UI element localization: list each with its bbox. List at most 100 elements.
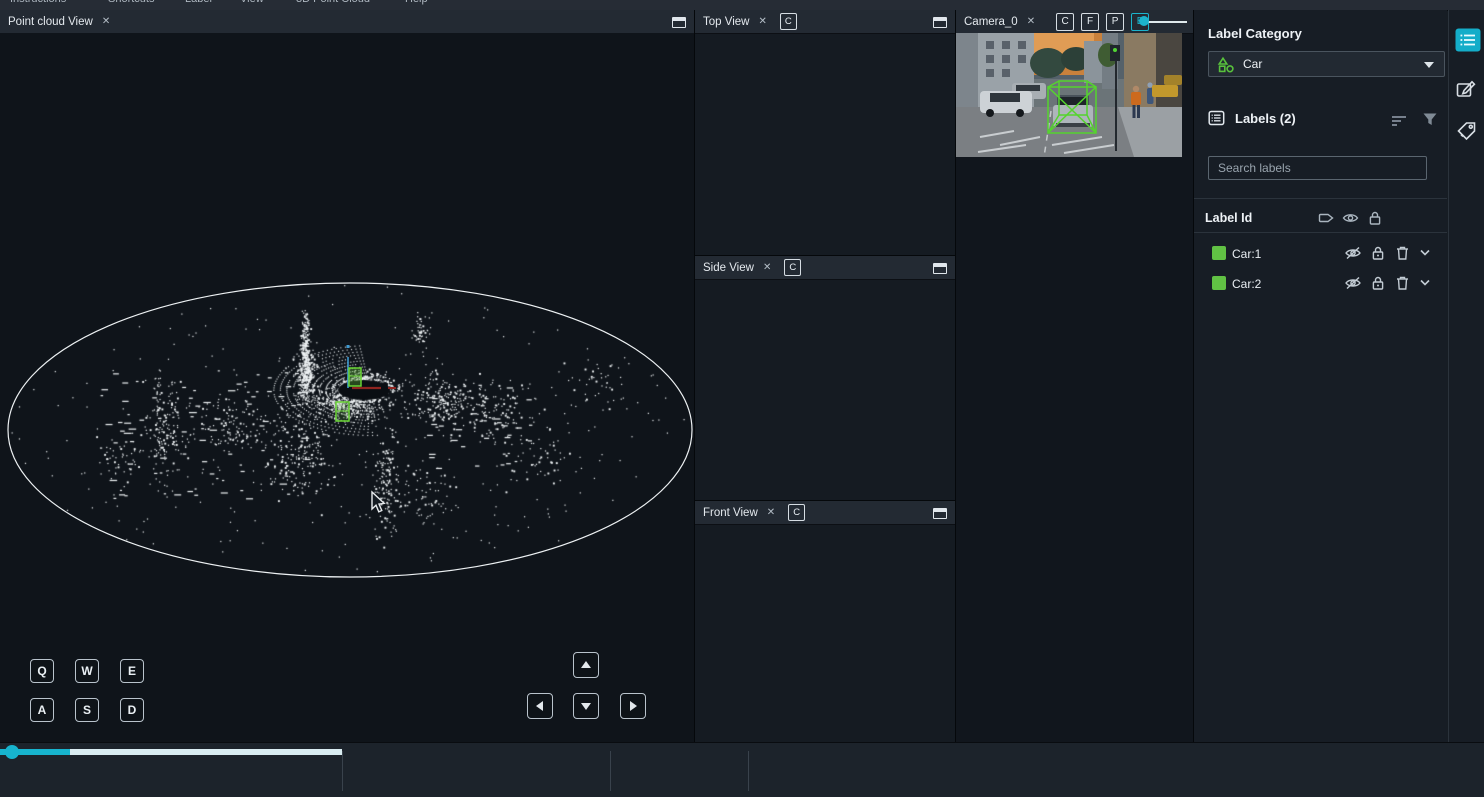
toolbar-divider (748, 751, 749, 791)
lock-column-icon[interactable] (1367, 210, 1383, 226)
arrow-down-icon (580, 701, 592, 711)
close-icon[interactable]: ✕ (763, 262, 771, 273)
seek-bar[interactable] (70, 749, 342, 755)
slider-knob[interactable] (1139, 16, 1149, 26)
panel-title: Top View (703, 16, 749, 28)
sort-icon[interactable] (1391, 113, 1409, 127)
label-id: Car:2 (1232, 277, 1261, 291)
bottom-toolbar: /10 (0, 742, 1484, 797)
front-view-header: Front View ✕ C (695, 501, 955, 525)
label-id: Car:1 (1232, 247, 1261, 261)
maximize-icon[interactable] (672, 17, 686, 28)
arrow-up-icon (580, 660, 592, 670)
labels-section-header: Labels (2) (1208, 110, 1433, 126)
point-cloud-panel-header: Point cloud View ✕ (0, 10, 694, 34)
menu-item-instructions[interactable]: Instructions (10, 0, 66, 5)
maximize-icon[interactable] (933, 508, 947, 519)
menu-item-shortcuts[interactable]: Shortcuts (108, 0, 154, 5)
panel-divider (694, 10, 695, 742)
toolbar-divider (342, 751, 343, 791)
front-view-viewport[interactable] (695, 525, 955, 743)
divider (1194, 198, 1447, 199)
camera-image[interactable] (956, 33, 1182, 157)
camera-f-button[interactable]: F (1081, 13, 1099, 31)
close-icon[interactable]: ✕ (1027, 16, 1035, 27)
side-view-header: Side View ✕ C (695, 256, 955, 280)
camera-toggle-button[interactable]: C (780, 13, 797, 30)
menu-item-3d-point-cloud[interactable]: 3D Point Cloud (296, 0, 370, 5)
key-button-d[interactable]: D (120, 698, 144, 722)
camera-c-button[interactable]: C (1056, 13, 1074, 31)
lock-icon[interactable] (1370, 245, 1386, 261)
label-category-heading: Label Category (1208, 26, 1302, 41)
maximize-icon[interactable] (933, 17, 947, 28)
eye-column-icon[interactable] (1342, 210, 1359, 226)
tag-panel-icon[interactable] (1455, 120, 1480, 144)
point-cloud-canvas[interactable] (0, 33, 694, 742)
front-view-panel: Front View ✕ C (695, 500, 955, 743)
labels-panel-icon[interactable] (1455, 28, 1481, 52)
toolbar-divider (610, 751, 611, 791)
side-view-panel: Side View ✕ C (695, 255, 955, 501)
tag-column-icon[interactable] (1318, 210, 1335, 226)
label-id-column-header: Label Id (1205, 211, 1252, 225)
top-view-viewport[interactable] (695, 34, 955, 255)
chevron-down-icon[interactable] (1418, 248, 1432, 258)
eye-off-icon[interactable] (1344, 245, 1362, 261)
camera-brightness-slider[interactable] (1141, 20, 1187, 24)
category-shapes-icon (1217, 56, 1235, 73)
filter-icon[interactable] (1422, 111, 1438, 127)
label-row-car-2[interactable]: Car:2 (1194, 268, 1447, 298)
panel-title: Camera_0 (964, 16, 1018, 28)
right-tool-strip (1448, 10, 1484, 742)
close-icon[interactable]: ✕ (767, 507, 775, 518)
menu-item-view[interactable]: View (240, 0, 264, 5)
label-row-car-1[interactable]: Car:1 (1194, 238, 1447, 268)
lock-icon[interactable] (1370, 275, 1386, 291)
menu-item-help[interactable]: Help (405, 0, 428, 5)
point-cloud-viewport[interactable]: Q W E A S D (0, 33, 694, 742)
camera-toggle-button[interactable]: C (788, 504, 805, 521)
side-view-viewport[interactable] (695, 280, 955, 501)
chevron-down-icon[interactable] (1418, 278, 1432, 288)
key-button-w[interactable]: W (75, 659, 99, 683)
pan-right-button[interactable] (620, 693, 646, 719)
chevron-down-icon (1424, 62, 1434, 68)
key-button-s[interactable]: S (75, 698, 99, 722)
key-button-e[interactable]: E (120, 659, 144, 683)
camera-panel-header: Camera_0 ✕ C F P B (956, 10, 1193, 34)
arrow-left-icon (535, 700, 545, 712)
close-icon[interactable]: ✕ (758, 16, 766, 27)
pan-up-button[interactable] (573, 652, 599, 678)
panel-title: Point cloud View (8, 16, 93, 28)
label-color-swatch (1212, 246, 1226, 260)
trash-icon[interactable] (1395, 245, 1410, 261)
panel-divider (955, 10, 956, 742)
camera-toggle-button[interactable]: C (784, 259, 801, 276)
menu-item-label[interactable]: Label (185, 0, 212, 5)
pan-down-button[interactable] (573, 693, 599, 719)
label-sidebar: Label Category Car Labels (2) Label Id (1194, 10, 1447, 742)
labels-count-heading: Labels (2) (1235, 111, 1296, 126)
top-view-header: Top View ✕ C (695, 10, 955, 34)
key-button-q[interactable]: Q (30, 659, 54, 683)
label-category-dropdown[interactable]: Car (1208, 51, 1445, 77)
pan-left-button[interactable] (527, 693, 553, 719)
label-color-swatch (1212, 276, 1226, 290)
top-view-panel: Top View ✕ C (695, 10, 955, 255)
divider (1194, 232, 1447, 233)
search-labels-input[interactable] (1208, 156, 1427, 180)
camera-p-button[interactable]: P (1106, 13, 1124, 31)
camera-panel: Camera_0 ✕ C F P B (956, 10, 1193, 742)
maximize-icon[interactable] (933, 263, 947, 274)
key-button-a[interactable]: A (30, 698, 54, 722)
seek-handle[interactable] (5, 745, 19, 759)
close-icon[interactable]: ✕ (102, 16, 110, 27)
labels-list-icon (1208, 110, 1226, 126)
panel-title: Side View (703, 262, 754, 274)
selected-category: Car (1243, 57, 1262, 71)
trash-icon[interactable] (1395, 275, 1410, 291)
arrow-right-icon (628, 700, 638, 712)
eye-off-icon[interactable] (1344, 275, 1362, 291)
edit-panel-icon[interactable] (1455, 78, 1479, 101)
